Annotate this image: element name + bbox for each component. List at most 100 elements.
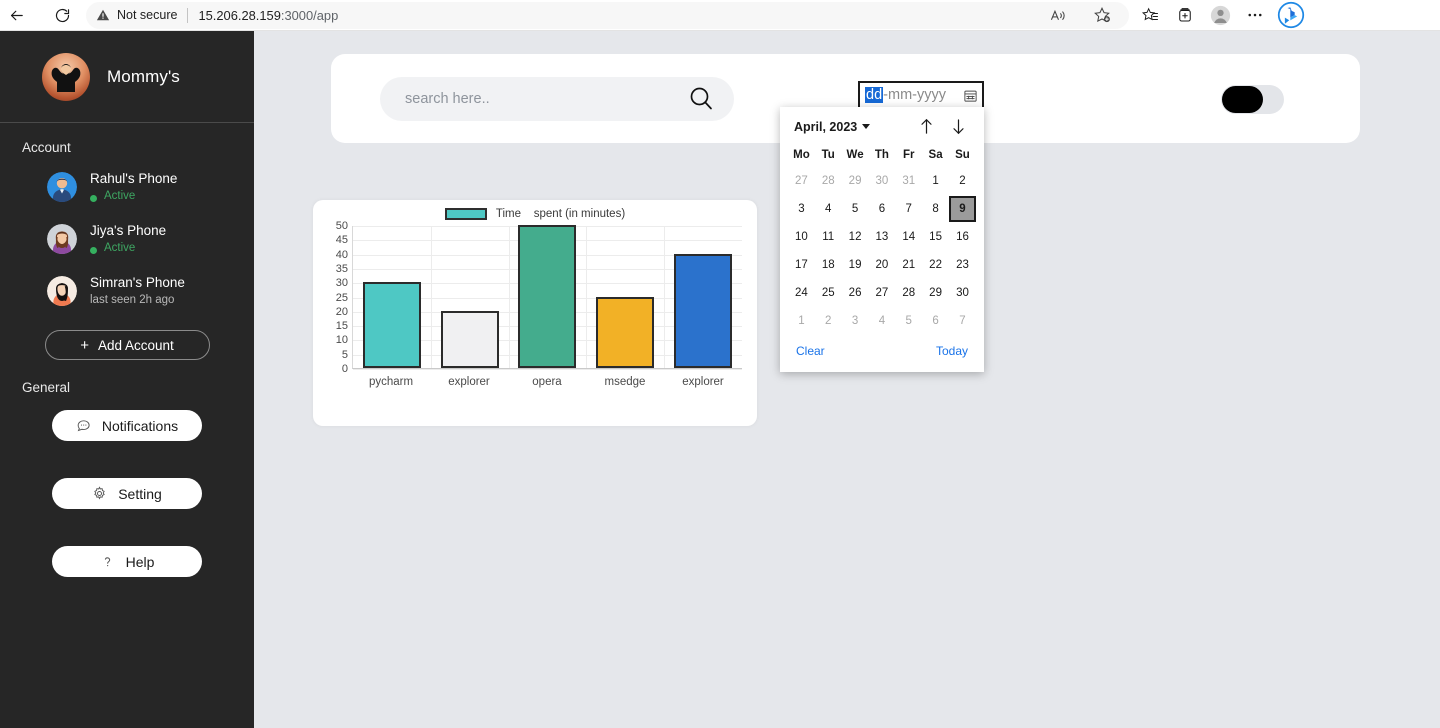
date-segment-year[interactable]: yyyy bbox=[917, 87, 946, 103]
calendar-day[interactable]: 28 bbox=[895, 280, 922, 306]
avatar bbox=[47, 224, 77, 254]
calendar-day[interactable]: 27 bbox=[869, 280, 896, 306]
calendar-day[interactable]: 4 bbox=[815, 196, 842, 222]
date-input[interactable]: dd - mm - yyyy bbox=[858, 81, 984, 109]
calendar-day[interactable]: 5 bbox=[842, 196, 869, 222]
read-aloud-icon[interactable] bbox=[1043, 0, 1073, 30]
sidebar-item-label: Notifications bbox=[101, 417, 179, 434]
calendar-day[interactable]: 1 bbox=[788, 308, 815, 334]
search-input[interactable] bbox=[405, 90, 686, 107]
calendar-day[interactable]: 23 bbox=[949, 252, 976, 278]
x-axis-tick-label: opera bbox=[532, 376, 562, 388]
back-button[interactable] bbox=[0, 0, 32, 31]
avatar bbox=[47, 172, 77, 202]
y-axis-tick-label: 35 bbox=[335, 262, 348, 275]
calendar-day[interactable]: 30 bbox=[869, 168, 896, 194]
calendar-day[interactable]: 12 bbox=[842, 224, 869, 250]
chart-bar[interactable] bbox=[674, 253, 733, 368]
sidebar-item-simrans-phone[interactable]: Simran's Phone last seen 2h ago bbox=[0, 265, 254, 317]
calendar-day[interactable]: 6 bbox=[922, 308, 949, 334]
add-account-button[interactable]: + Add Account bbox=[44, 330, 210, 360]
today-button[interactable]: Today bbox=[936, 344, 968, 358]
more-options-icon[interactable] bbox=[1240, 0, 1270, 30]
calendar-day[interactable]: 14 bbox=[895, 224, 922, 250]
account-status: Active bbox=[90, 240, 166, 256]
date-segment-day[interactable]: dd bbox=[865, 87, 884, 103]
calendar-day[interactable]: 15 bbox=[922, 224, 949, 250]
chart-bar[interactable] bbox=[596, 296, 655, 368]
x-axis-tick-label: explorer bbox=[682, 376, 724, 388]
calendar-day[interactable]: 31 bbox=[895, 168, 922, 194]
calendar-day[interactable]: 29 bbox=[922, 280, 949, 306]
calendar-day[interactable]: 10 bbox=[788, 224, 815, 250]
calendar-day[interactable]: 17 bbox=[788, 252, 815, 278]
calendar-day[interactable]: 5 bbox=[895, 308, 922, 334]
add-favorite-icon[interactable] bbox=[1087, 0, 1117, 30]
calendar-day[interactable]: 2 bbox=[949, 168, 976, 194]
chart-bar[interactable] bbox=[518, 225, 577, 368]
bing-copilot-icon[interactable] bbox=[1277, 1, 1305, 29]
calendar-day[interactable]: 6 bbox=[869, 196, 896, 222]
clear-button[interactable]: Clear bbox=[796, 344, 825, 358]
calendar-day[interactable]: 18 bbox=[815, 252, 842, 278]
account-name: Simran's Phone bbox=[90, 275, 185, 290]
sidebar-item-help[interactable]: Help bbox=[52, 546, 202, 577]
collections-icon[interactable] bbox=[1170, 0, 1200, 30]
reload-icon bbox=[55, 8, 69, 22]
calendar-day[interactable]: 1 bbox=[922, 168, 949, 194]
calendar-day[interactable]: 3 bbox=[788, 196, 815, 222]
sidebar-item-notifications[interactable]: Notifications bbox=[52, 410, 202, 441]
calendar-day[interactable]: 11 bbox=[815, 224, 842, 250]
calendar-day[interactable]: 8 bbox=[922, 196, 949, 222]
sidebar-item-rahuls-phone[interactable]: Rahul's Phone Active bbox=[0, 161, 254, 213]
chart-bar[interactable] bbox=[362, 282, 421, 368]
calendar-day[interactable]: 29 bbox=[842, 168, 869, 194]
calendar-day[interactable]: 30 bbox=[949, 280, 976, 306]
calendar-day[interactable]: 25 bbox=[815, 280, 842, 306]
calendar-day[interactable]: 7 bbox=[949, 308, 976, 334]
account-status-text: Active bbox=[104, 190, 136, 202]
calendar-day[interactable]: 27 bbox=[788, 168, 815, 194]
reload-button[interactable] bbox=[46, 0, 78, 31]
calendar-day[interactable]: 20 bbox=[869, 252, 896, 278]
calendar-day-selected[interactable]: 9 bbox=[949, 196, 976, 222]
theme-toggle[interactable] bbox=[1221, 85, 1284, 114]
omnibox-divider bbox=[187, 7, 189, 23]
date-picker-footer: Clear Today bbox=[780, 334, 984, 358]
calendar-day[interactable]: 19 bbox=[842, 252, 869, 278]
calendar-day[interactable]: 4 bbox=[869, 308, 896, 334]
favorites-icon[interactable] bbox=[1135, 0, 1165, 30]
sidebar-item-setting[interactable]: Setting bbox=[52, 478, 202, 509]
calendar-day[interactable]: 28 bbox=[815, 168, 842, 194]
calendar-day[interactable]: 24 bbox=[788, 280, 815, 306]
gear-icon bbox=[92, 486, 107, 501]
calendar-icon[interactable] bbox=[963, 88, 978, 103]
next-month-button[interactable] bbox=[951, 118, 966, 135]
security-status-text: Not secure bbox=[117, 8, 178, 22]
y-axis-tick-label: 15 bbox=[335, 320, 348, 333]
calendar-day[interactable]: 2 bbox=[815, 308, 842, 334]
previous-month-button[interactable] bbox=[919, 118, 934, 135]
sidebar-item-jiyas-phone[interactable]: Jiya's Phone Active bbox=[0, 213, 254, 265]
calendar-day[interactable]: 21 bbox=[895, 252, 922, 278]
calendar-day[interactable]: 3 bbox=[842, 308, 869, 334]
search-icon[interactable] bbox=[686, 84, 716, 114]
browser-actions bbox=[1135, 0, 1305, 30]
profile-avatar-icon[interactable] bbox=[1205, 0, 1235, 30]
calendar-day-header: Tu bbox=[821, 149, 835, 161]
calendar-day[interactable]: 7 bbox=[895, 196, 922, 222]
account-status-text: Active bbox=[104, 242, 136, 254]
calendar-day[interactable]: 26 bbox=[842, 280, 869, 306]
calendar-day[interactable]: 13 bbox=[869, 224, 896, 250]
month-year-selector[interactable]: April, 2023 bbox=[794, 120, 871, 134]
date-segment-month[interactable]: mm bbox=[888, 87, 912, 103]
search-box[interactable] bbox=[380, 76, 734, 121]
chart-plot-area: 0 5 10 15 20 25 30 35 40 45 50 pycharm explorer oper… bbox=[324, 220, 748, 394]
chart-bar[interactable] bbox=[440, 310, 499, 368]
calendar-day-header: Sa bbox=[928, 149, 943, 161]
calendar-day[interactable]: 16 bbox=[949, 224, 976, 250]
address-bar[interactable]: Not secure 15.206.28.159:3000/app bbox=[86, 0, 1129, 30]
calendar-day[interactable]: 22 bbox=[922, 252, 949, 278]
time-spent-chart-card: Time spent (in minutes) 0 5 10 15 20 25 30 35 40… bbox=[313, 200, 757, 426]
calendar-grid: Mo Tu We Th Fr Sa Su 27 28 29 30 31 1 2 3 4 5 6 7 8 9 10 11 12 1… bbox=[780, 141, 984, 334]
